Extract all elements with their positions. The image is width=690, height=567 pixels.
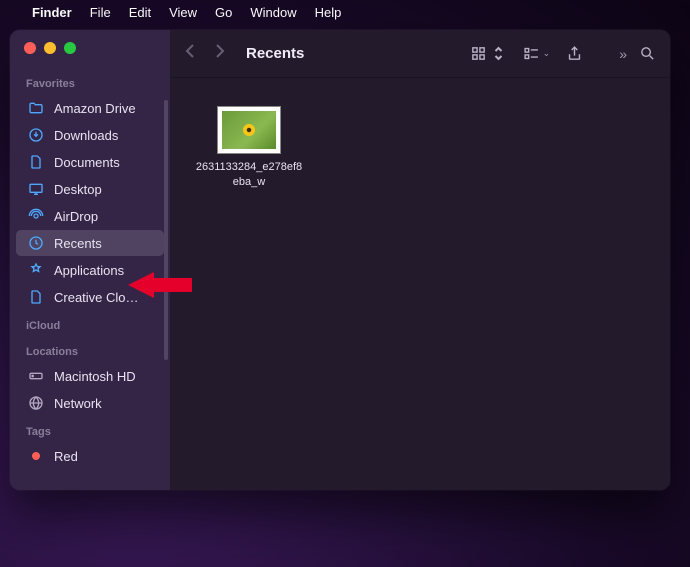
close-button[interactable] [24,42,36,54]
share-button[interactable] [566,45,583,62]
sidebar-item-label: Macintosh HD [54,369,136,384]
sidebar-item-documents[interactable]: Documents [16,149,164,175]
window-controls [10,42,170,68]
sidebar-item-label: Red [54,449,78,464]
sidebar: Favorites Amazon Drive Downloads Documen… [10,30,170,490]
sidebar-item-airdrop[interactable]: AirDrop [16,203,164,229]
sidebar-item-label: Amazon Drive [54,101,136,116]
view-icon-grid-button[interactable] [470,45,507,62]
file-name-label: 2631133284_e278ef8eba_w [194,160,304,190]
airdrop-icon [28,208,44,224]
group-by-button[interactable]: ⌄ [523,45,551,62]
sidebar-item-label: Desktop [54,182,102,197]
file-grid[interactable]: 2631133284_e278ef8eba_w [170,78,670,490]
clock-icon [28,235,44,251]
sidebar-item-tag-red[interactable]: Red [16,443,164,469]
menubar: Finder File Edit View Go Window Help [0,0,690,24]
applications-icon [28,262,44,278]
sidebar-item-desktop[interactable]: Desktop [16,176,164,202]
finder-window: Favorites Amazon Drive Downloads Documen… [10,30,670,490]
sidebar-item-network[interactable]: Network [16,390,164,416]
sidebar-item-label: Downloads [54,128,118,143]
globe-icon [28,395,44,411]
sidebar-item-label: Applications [54,263,124,278]
sidebar-item-label: Creative Clo… [54,290,139,305]
sidebar-item-downloads[interactable]: Downloads [16,122,164,148]
sidebar-item-label: Recents [54,236,102,251]
sidebar-item-label: Network [54,396,102,411]
menu-go[interactable]: Go [215,5,232,20]
sidebar-header-icloud: iCloud [10,316,170,336]
folder-icon [28,100,44,116]
file-icon [28,289,44,305]
menu-window[interactable]: Window [250,5,296,20]
toolbar: Recents ⌄ » [170,30,670,78]
window-title: Recents [246,45,304,62]
menu-edit[interactable]: Edit [129,5,151,20]
desktop-icon [28,181,44,197]
sidebar-item-macintosh-hd[interactable]: Macintosh HD [16,363,164,389]
back-button[interactable] [184,43,196,64]
sidebar-item-label: Documents [54,155,120,170]
annotation-arrow [128,272,192,298]
download-icon [28,127,44,143]
minimize-button[interactable] [44,42,56,54]
search-button[interactable] [639,45,656,62]
sidebar-header-locations: Locations [10,342,170,362]
menu-file[interactable]: File [90,5,111,20]
fullscreen-button[interactable] [64,42,76,54]
file-thumbnail [217,106,281,154]
disk-icon [28,368,44,384]
chevron-down-icon: ⌄ [543,48,551,59]
toolbar-overflow-button[interactable]: » [599,45,623,62]
sidebar-header-tags: Tags [10,422,170,442]
document-icon [28,154,44,170]
app-menu[interactable]: Finder [32,5,72,20]
main-area: Recents ⌄ » [170,30,670,490]
sidebar-item-label: AirDrop [54,209,98,224]
forward-button[interactable] [214,43,226,64]
sidebar-header-favorites: Favorites [10,74,170,94]
file-item[interactable]: 2631133284_e278ef8eba_w [194,106,304,190]
sidebar-item-recents[interactable]: Recents [16,230,164,256]
menu-view[interactable]: View [169,5,197,20]
red-tag-icon [28,448,44,464]
sidebar-item-amazon-drive[interactable]: Amazon Drive [16,95,164,121]
sidebar-scrollbar[interactable] [164,100,168,360]
menu-help[interactable]: Help [315,5,342,20]
